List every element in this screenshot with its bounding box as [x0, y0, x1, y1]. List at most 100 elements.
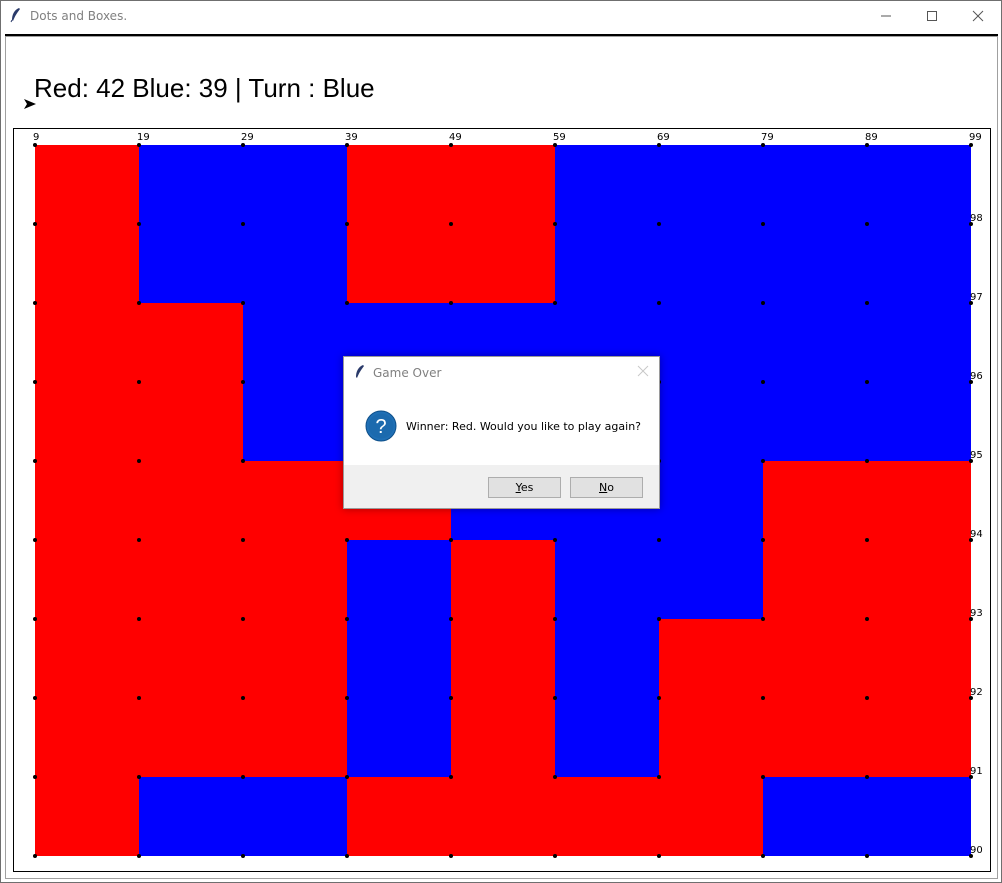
grid-dot[interactable]: [865, 617, 869, 621]
grid-dot[interactable]: [865, 696, 869, 700]
grid-dot[interactable]: [137, 222, 141, 226]
close-icon[interactable]: [637, 365, 649, 377]
grid-dot[interactable]: [345, 222, 349, 226]
grid-dot[interactable]: [865, 143, 869, 147]
grid-dot[interactable]: [657, 301, 661, 305]
grid-dot[interactable]: [657, 538, 661, 542]
grid-dot[interactable]: [137, 696, 141, 700]
grid-dot[interactable]: [865, 854, 869, 858]
grid-dot[interactable]: [657, 143, 661, 147]
grid-dot[interactable]: [969, 143, 973, 147]
grid-dot[interactable]: [137, 301, 141, 305]
grid-dot[interactable]: [33, 222, 37, 226]
grid-dot[interactable]: [657, 854, 661, 858]
no-button[interactable]: No: [570, 477, 643, 498]
grid-dot[interactable]: [33, 380, 37, 384]
maximize-button[interactable]: [909, 1, 955, 31]
grid-dot[interactable]: [553, 222, 557, 226]
grid-dot[interactable]: [761, 538, 765, 542]
box-cell: [35, 303, 139, 382]
box-cell: [555, 145, 659, 224]
grid-dot[interactable]: [761, 854, 765, 858]
grid-dot[interactable]: [241, 854, 245, 858]
grid-dot[interactable]: [761, 380, 765, 384]
grid-dot[interactable]: [449, 617, 453, 621]
grid-dot[interactable]: [345, 775, 349, 779]
row-label: 93: [970, 608, 983, 619]
grid-dot[interactable]: [761, 459, 765, 463]
grid-dot[interactable]: [761, 301, 765, 305]
grid-dot[interactable]: [761, 696, 765, 700]
column-label: 9: [33, 132, 39, 143]
grid-dot[interactable]: [449, 775, 453, 779]
grid-dot[interactable]: [553, 696, 557, 700]
column-label: 79: [761, 132, 774, 143]
grid-dot[interactable]: [553, 854, 557, 858]
grid-dot[interactable]: [241, 617, 245, 621]
minimize-button[interactable]: [863, 1, 909, 31]
grid-dot[interactable]: [553, 775, 557, 779]
grid-dot[interactable]: [33, 538, 37, 542]
grid-dot[interactable]: [865, 380, 869, 384]
grid-dot[interactable]: [137, 538, 141, 542]
grid-dot[interactable]: [345, 538, 349, 542]
grid-dot[interactable]: [449, 538, 453, 542]
grid-dot[interactable]: [553, 301, 557, 305]
grid-dot[interactable]: [345, 696, 349, 700]
grid-dot[interactable]: [241, 775, 245, 779]
title-bar[interactable]: Dots and Boxes.: [1, 1, 1001, 31]
grid-dot[interactable]: [241, 143, 245, 147]
grid-dot[interactable]: [449, 143, 453, 147]
grid-dot[interactable]: [865, 538, 869, 542]
grid-dot[interactable]: [345, 143, 349, 147]
grid-dot[interactable]: [33, 301, 37, 305]
grid-dot[interactable]: [449, 222, 453, 226]
grid-dot[interactable]: [657, 696, 661, 700]
grid-dot[interactable]: [241, 538, 245, 542]
box-cell: [867, 698, 971, 777]
grid-dot[interactable]: [137, 380, 141, 384]
grid-dot[interactable]: [241, 222, 245, 226]
grid-dot[interactable]: [345, 854, 349, 858]
grid-dot[interactable]: [657, 617, 661, 621]
grid-dot[interactable]: [137, 854, 141, 858]
grid-dot[interactable]: [657, 775, 661, 779]
grid-dot[interactable]: [865, 301, 869, 305]
grid-dot[interactable]: [761, 617, 765, 621]
grid-dot[interactable]: [137, 775, 141, 779]
grid-dot[interactable]: [33, 775, 37, 779]
grid-dot[interactable]: [241, 301, 245, 305]
grid-dot[interactable]: [553, 143, 557, 147]
grid-dot[interactable]: [345, 617, 349, 621]
grid-dot[interactable]: [449, 301, 453, 305]
grid-dot[interactable]: [137, 459, 141, 463]
box-cell: [763, 698, 867, 777]
grid-dot[interactable]: [761, 143, 765, 147]
grid-dot[interactable]: [241, 380, 245, 384]
grid-dot[interactable]: [865, 459, 869, 463]
grid-dot[interactable]: [33, 459, 37, 463]
grid-dot[interactable]: [657, 222, 661, 226]
grid-dot[interactable]: [761, 222, 765, 226]
grid-dot[interactable]: [345, 301, 349, 305]
grid-dot[interactable]: [137, 143, 141, 147]
grid-dot[interactable]: [33, 617, 37, 621]
grid-dot[interactable]: [553, 617, 557, 621]
box-cell: [659, 382, 763, 461]
grid-dot[interactable]: [553, 538, 557, 542]
box-cell: [139, 698, 243, 777]
grid-dot[interactable]: [449, 696, 453, 700]
grid-dot[interactable]: [137, 617, 141, 621]
grid-dot[interactable]: [33, 696, 37, 700]
grid-dot[interactable]: [33, 143, 37, 147]
box-cell: [243, 382, 347, 461]
grid-dot[interactable]: [33, 854, 37, 858]
grid-dot[interactable]: [865, 775, 869, 779]
grid-dot[interactable]: [449, 854, 453, 858]
grid-dot[interactable]: [865, 222, 869, 226]
grid-dot[interactable]: [761, 775, 765, 779]
grid-dot[interactable]: [241, 696, 245, 700]
yes-button[interactable]: Yes: [488, 477, 561, 498]
close-window-button[interactable]: [955, 1, 1001, 31]
grid-dot[interactable]: [241, 459, 245, 463]
